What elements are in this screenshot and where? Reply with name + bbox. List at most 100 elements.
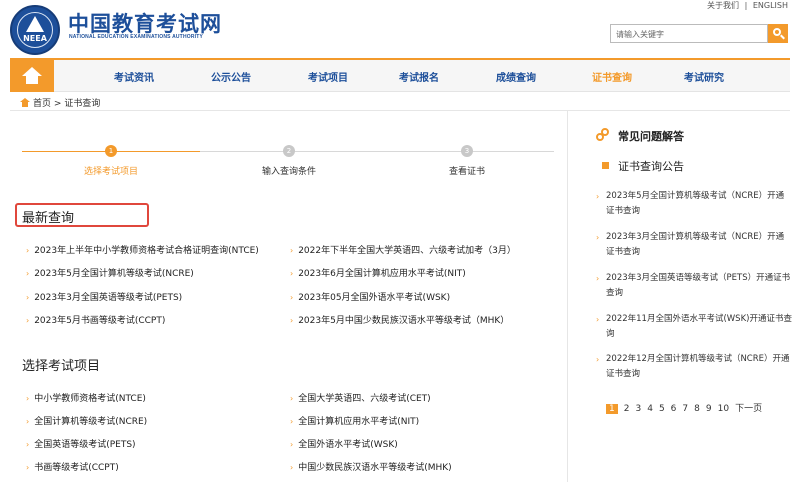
list-item[interactable]: › 2023年05月全国外语水平考试(WSK) — [290, 290, 450, 303]
page-link[interactable]: 10 — [718, 404, 729, 414]
site-header: NEEA 中国教育考试网 NATIONAL EDUCATION EXAMINAT… — [0, 0, 800, 58]
list-item[interactable]: › 书画等级考试(CCPT) — [26, 460, 119, 473]
nav-item-certificates[interactable]: 证书查询 — [592, 69, 632, 84]
breadcrumb: 首页 > 证书查询 — [20, 96, 100, 109]
list-item[interactable]: › 中国少数民族汉语水平等级考试(MHK) — [290, 460, 452, 473]
nav-item-research[interactable]: 考试研究 — [684, 69, 724, 84]
nav-item-announcements[interactable]: 公示公告 — [211, 69, 251, 84]
arrow-icon: › — [290, 293, 294, 302]
neea-logo-icon[interactable]: NEEA — [10, 5, 60, 55]
list-item-label: 2022年下半年全国大学英语四、六级考试加考（3月） — [298, 246, 516, 256]
list-item[interactable]: › 全国计算机应用水平考试(NIT) — [290, 414, 419, 427]
list-item-label: 2023年5月书画等级考试(CCPT) — [34, 316, 166, 326]
page-link[interactable]: 2 — [624, 404, 630, 414]
list-item-label: 2023年5月中国少数民族汉语水平等级考试（MHK） — [298, 316, 510, 326]
faq-title[interactable]: 常见问题解答 — [618, 128, 684, 144]
next-page-link[interactable]: 下一页 — [735, 401, 762, 414]
notice-item[interactable]: › 2022年11月全国外语水平考试(WSK)开通证书查询 — [596, 312, 792, 342]
breadcrumb-home[interactable]: 首页 — [33, 99, 51, 109]
list-item-label: 全国英语等级考试(PETS) — [34, 440, 136, 450]
list-item[interactable]: › 2023年上半年中小学教师资格考试合格证明查询(NTCE) — [26, 243, 259, 256]
notice-title: 证书查询公告 — [618, 160, 684, 173]
list-item-label: 2023年05月全国外语水平考试(WSK) — [298, 293, 451, 303]
arrow-icon: › — [290, 246, 294, 255]
arrow-icon: › — [290, 440, 294, 449]
recent-title: 最新查询 — [22, 211, 75, 226]
page-link[interactable]: 8 — [694, 404, 700, 414]
page-link[interactable]: 5 — [659, 404, 665, 414]
arrow-icon: › — [596, 274, 600, 283]
nav-item-registration[interactable]: 考试报名 — [399, 69, 439, 84]
notice-label: 2023年3月全国英语等级考试（PETS）开通证书查询 — [606, 273, 791, 298]
nav-item-exams[interactable]: 考试项目 — [308, 69, 348, 84]
logo-text: NEEA — [23, 34, 47, 43]
pagination: 1 2 3 4 5 6 7 8 9 10 下一页 — [606, 401, 768, 414]
step-3-label: 查看证书 — [449, 167, 486, 177]
notice-label: 2023年3月全国计算机等级考试（NCRE）开通证书查询 — [606, 232, 785, 257]
notice-item[interactable]: › 2023年5月全国计算机等级考试（NCRE）开通证书查询 — [596, 189, 792, 219]
square-bullet-icon — [602, 162, 609, 169]
list-item[interactable]: › 2023年6月全国计算机应用水平考试(NIT) — [290, 266, 466, 279]
breadcrumb-separator: > — [53, 99, 62, 109]
list-item[interactable]: › 全国大学英语四、六级考试(CET) — [290, 391, 431, 404]
list-item-label: 2023年5月全国计算机等级考试(NCRE) — [34, 269, 194, 279]
arrow-icon: › — [290, 417, 294, 426]
page-link[interactable]: 7 — [682, 404, 688, 414]
logo-triangle — [26, 16, 44, 32]
list-item[interactable]: › 全国计算机等级考试(NCRE) — [26, 414, 147, 427]
arrow-icon: › — [596, 355, 600, 364]
notice-item[interactable]: › 2023年3月全国英语等级考试（PETS）开通证书查询 — [596, 271, 792, 301]
nav-item-scores[interactable]: 成绩查询 — [496, 69, 536, 84]
list-item-label: 全国计算机等级考试(NCRE) — [34, 417, 148, 427]
arrow-icon: › — [290, 463, 294, 472]
about-link[interactable]: 关于我们 — [707, 1, 739, 10]
link-divider: | — [744, 1, 748, 10]
breadcrumb-current: 证书查询 — [64, 99, 101, 109]
list-item-label: 全国大学英语四、六级考试(CET) — [298, 394, 431, 404]
nav-item-news[interactable]: 考试资讯 — [114, 69, 154, 84]
step-2-dot: 2 — [283, 145, 295, 157]
notice-item[interactable]: › 2022年12月全国计算机等级考试（NCRE）开通证书查询 — [596, 352, 792, 382]
arrow-icon: › — [26, 394, 30, 403]
list-item-label: 2023年6月全国计算机应用水平考试(NIT) — [298, 269, 466, 279]
step-1-label: 选择考试项目 — [84, 167, 139, 177]
main-nav: 考试资讯 公示公告 考试项目 考试报名 成绩查询 证书查询 考试研究 — [10, 58, 790, 92]
english-link[interactable]: ENGLISH — [753, 1, 788, 10]
arrow-icon: › — [290, 316, 294, 325]
notice-label: 2022年11月全国外语水平考试(WSK)开通证书查询 — [606, 314, 792, 339]
notice-item[interactable]: › 2023年3月全国计算机等级考试（NCRE）开通证书查询 — [596, 230, 792, 260]
list-item[interactable]: › 2023年5月中国少数民族汉语水平等级考试（MHK） — [290, 313, 509, 326]
list-item-label: 2023年上半年中小学教师资格考试合格证明查询(NTCE) — [34, 246, 259, 256]
page-link[interactable]: 4 — [647, 404, 653, 414]
arrow-icon: › — [26, 440, 30, 449]
list-item[interactable]: › 全国英语等级考试(PETS) — [26, 437, 136, 450]
arrow-icon: › — [26, 269, 30, 278]
list-item[interactable]: › 中小学教师资格考试(NTCE) — [26, 391, 146, 404]
page-current[interactable]: 1 — [606, 404, 618, 414]
list-item-label: 中小学教师资格考试(NTCE) — [34, 394, 146, 404]
step-1-dot: 1 — [105, 145, 117, 157]
home-icon — [20, 98, 30, 107]
step-2-label: 输入查询条件 — [262, 167, 317, 177]
list-item[interactable]: › 全国外语水平考试(WSK) — [290, 437, 398, 450]
list-item[interactable]: › 2022年下半年全国大学英语四、六级考试加考（3月） — [290, 243, 516, 256]
search-icon-handle — [780, 34, 785, 40]
list-item[interactable]: › 2023年3月全国英语等级考试(PETS) — [26, 290, 182, 303]
search-button[interactable] — [768, 24, 788, 43]
home-icon-base — [26, 75, 38, 84]
page-link[interactable]: 3 — [635, 404, 641, 414]
select-title: 选择考试项目 — [22, 359, 101, 374]
page-link[interactable]: 9 — [706, 404, 712, 414]
list-item[interactable]: › 2023年5月全国计算机等级考试(NCRE) — [26, 266, 194, 279]
arrow-icon: › — [596, 192, 600, 201]
arrow-icon: › — [26, 417, 30, 426]
list-item-label: 全国外语水平考试(WSK) — [298, 440, 398, 450]
top-links: 关于我们 | ENGLISH — [704, 0, 788, 11]
search-input[interactable]: 请输入关键字 — [610, 24, 768, 43]
home-button[interactable] — [10, 60, 54, 92]
page-link[interactable]: 6 — [671, 404, 677, 414]
link-icon — [596, 128, 610, 142]
notice-label: 2023年5月全国计算机等级考试（NCRE）开通证书查询 — [606, 191, 785, 216]
list-item[interactable]: › 2023年5月书画等级考试(CCPT) — [26, 313, 165, 326]
step-3-dot: 3 — [461, 145, 473, 157]
